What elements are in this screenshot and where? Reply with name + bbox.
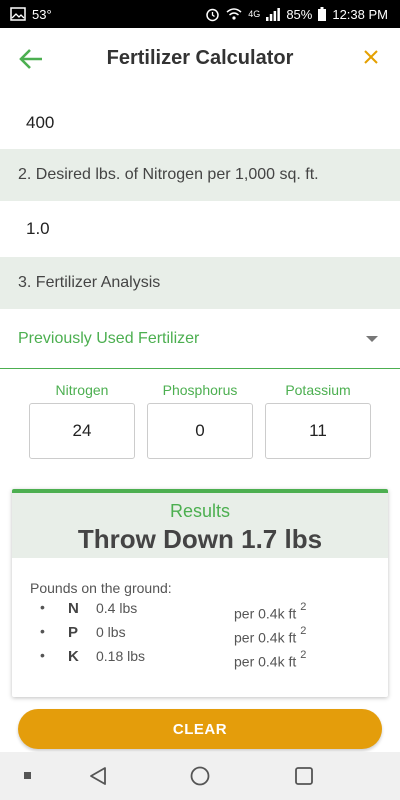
analysis-label-text: 3. Fertilizer Analysis <box>18 274 161 291</box>
per-area-text: per 0.4k ft <box>234 605 297 622</box>
nitrogen-section-label: 2. Desired lbs. of Nitrogen per 1,000 sq… <box>0 149 400 201</box>
per-area-exponent: 2 <box>300 625 307 637</box>
per-area-exponent: 2 <box>300 649 307 661</box>
area-input-value: 400 <box>26 113 55 132</box>
page-title: Fertilizer Calculator <box>106 47 294 69</box>
nitrogen-npk-field[interactable]: 24 <box>29 403 135 459</box>
phosphorus-column: Phosphorus 0 <box>147 382 253 459</box>
nutrient-amount: 0.4 lbs <box>96 600 138 616</box>
dot-menu-icon[interactable] <box>24 772 32 780</box>
battery-icon <box>318 7 327 21</box>
analysis-section-label: 3. Fertilizer Analysis <box>0 257 400 309</box>
back-triangle-icon[interactable] <box>88 766 108 786</box>
per-area-text: per 0.4k ft <box>234 653 297 670</box>
nutrient-per-area: per 0.4k ft 2 <box>234 649 307 670</box>
per-area-text: per 0.4k ft <box>234 629 297 646</box>
clear-button[interactable]: CLEAR <box>18 709 382 749</box>
nutrient-row: • P 0 lbs per 0.4k ft 2 <box>30 623 388 648</box>
signal-icon <box>266 7 281 21</box>
temperature: 53° <box>32 6 52 22</box>
fertilizer-select-value: Previously Used Fertilizer <box>18 329 200 347</box>
nutrient-amount: 0.18 lbs <box>96 648 146 664</box>
alarm-icon <box>206 8 220 21</box>
potassium-column: Potassium 11 <box>265 382 371 459</box>
network-type: 4G <box>248 9 261 19</box>
fertilizer-select[interactable]: Previously Used Fertilizer <box>0 309 400 369</box>
recents-square-icon[interactable] <box>294 766 314 786</box>
status-left: 53° <box>10 7 52 22</box>
nutrient-per-area: per 0.4k ft 2 <box>234 601 307 622</box>
nitrogen-label-text: 2. Desired lbs. of Nitrogen per 1,000 sq… <box>18 166 319 183</box>
potassium-npk-field[interactable]: 11 <box>265 403 371 459</box>
battery-percent: 85% <box>286 6 313 22</box>
nav-bar <box>0 752 400 800</box>
nutrient-amount: 0 lbs <box>96 624 126 640</box>
phosphorus-npk-field[interactable]: 0 <box>147 403 253 459</box>
nutrient-row: • N 0.4 lbs per 0.4k ft 2 <box>30 599 388 624</box>
results-title: Results <box>169 501 231 521</box>
area-input[interactable]: 400 <box>0 97 400 149</box>
results-header: Results Throw Down 1.7 lbs <box>12 493 388 558</box>
bullet: • <box>40 647 45 663</box>
wifi-icon <box>226 8 242 20</box>
image-notification-icon <box>10 7 26 21</box>
bullet: • <box>40 623 45 639</box>
bullet: • <box>40 599 45 615</box>
nitrogen-input[interactable]: 1.0 <box>0 201 400 257</box>
nutrient-row: • K 0.18 lbs per 0.4k ft 2 <box>30 647 388 672</box>
nitrogen-input-value: 1.0 <box>26 219 50 238</box>
nutrient-letter: N <box>68 600 79 617</box>
results-body: Pounds on the ground: • N 0.4 lbs per 0.… <box>12 558 388 672</box>
nitrogen-column: Nitrogen 24 <box>29 382 135 459</box>
nutrient-per-area: per 0.4k ft 2 <box>234 625 307 646</box>
pounds-on-ground-label: Pounds on the ground: <box>30 580 172 596</box>
per-area-exponent: 2 <box>300 601 307 613</box>
status-bar: 53° 4G 85% 12:38 PM <box>0 0 400 28</box>
results-card: Results Throw Down 1.7 lbs Pounds on the… <box>12 489 388 697</box>
nutrient-letter: P <box>68 624 79 641</box>
phosphorus-npk-label: Phosphorus <box>162 382 238 398</box>
close-button[interactable] <box>362 48 380 68</box>
home-circle-icon[interactable] <box>190 766 210 786</box>
status-right: 4G 85% 12:38 PM <box>205 7 388 22</box>
chevron-down-icon <box>366 335 378 342</box>
app-bar: Fertilizer Calculator <box>0 28 400 90</box>
potassium-npk-label: Potassium <box>285 382 351 398</box>
close-icon <box>364 50 378 64</box>
results-headline: Throw Down 1.7 lbs <box>77 524 323 554</box>
clock: 12:38 PM <box>332 6 388 22</box>
nitrogen-npk-label: Nitrogen <box>55 382 109 398</box>
nutrient-letter: K <box>68 648 79 665</box>
npk-inputs: Nitrogen 24 Phosphorus 0 Potassium 11 <box>29 382 371 459</box>
